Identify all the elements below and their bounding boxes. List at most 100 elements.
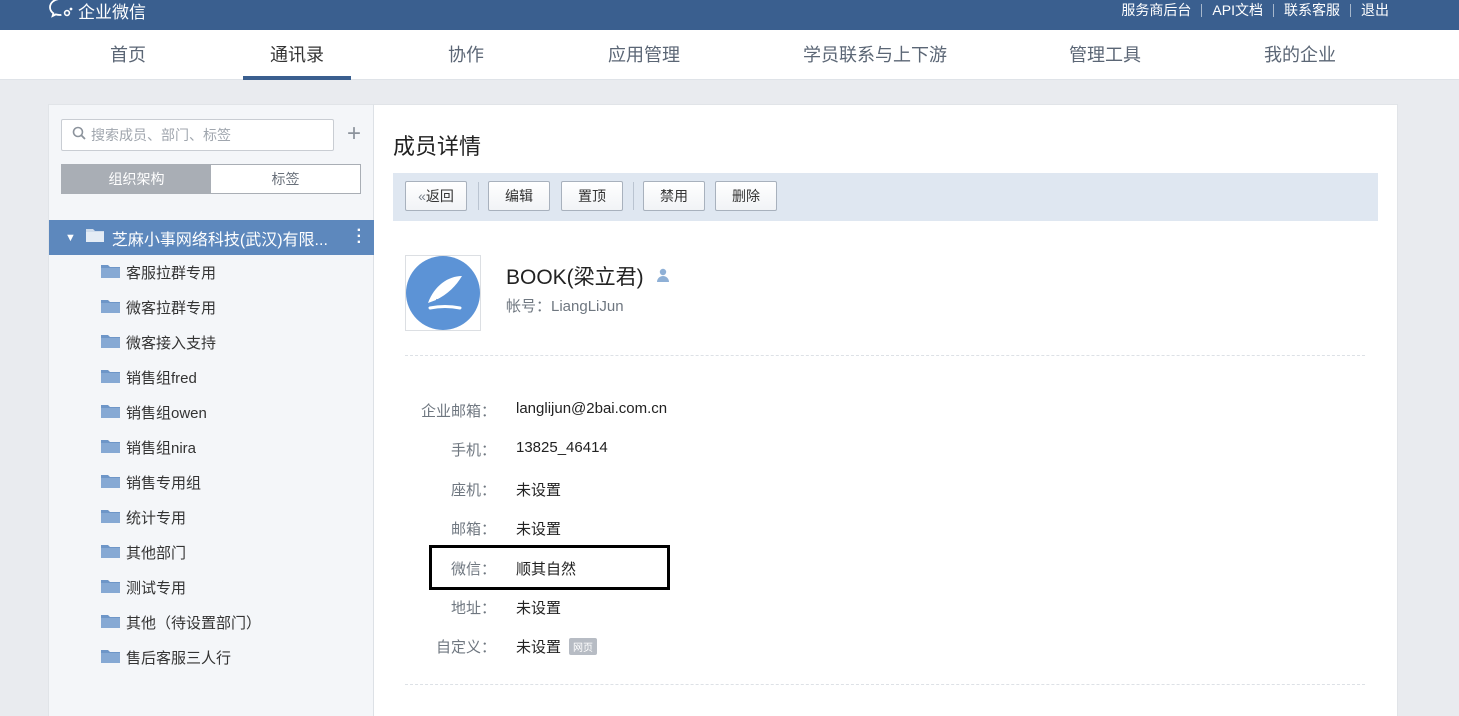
- department-item[interactable]: 微客接入支持: [49, 325, 374, 360]
- top-bar: 企业微信 服务商后台 API文档 联系客服 退出: [0, 0, 1459, 30]
- department-item[interactable]: 其他部门: [49, 535, 374, 570]
- department-item[interactable]: 销售专用组: [49, 465, 374, 500]
- folder-icon: [101, 264, 120, 282]
- folder-icon: [101, 404, 120, 422]
- wecom-logo-icon: [48, 0, 78, 24]
- segment-org-structure[interactable]: 组织架构: [62, 165, 211, 193]
- field-value: 未设置: [516, 482, 562, 499]
- department-item[interactable]: 测试专用: [49, 570, 374, 605]
- department-item[interactable]: 销售组owen: [49, 395, 374, 430]
- folder-icon: [101, 474, 120, 492]
- logo[interactable]: 企业微信: [48, 0, 146, 22]
- web-badge: 网页: [569, 638, 598, 655]
- folder-icon: [101, 614, 120, 632]
- tab-app-management[interactable]: 应用管理: [594, 30, 694, 80]
- department-label: 售后客服三人行: [126, 650, 232, 667]
- field-label: 企业邮箱：: [420, 403, 496, 420]
- department-item[interactable]: 售后客服三人行: [49, 640, 374, 675]
- main-nav: 首页 通讯录 协作 应用管理 学员联系与上下游 管理工具 我的企业: [0, 30, 1459, 80]
- field-label: 座机：: [450, 482, 496, 499]
- section-divider: [405, 355, 1365, 356]
- wechat-highlight-box: [429, 545, 670, 590]
- department-label: 销售组owen: [126, 405, 207, 422]
- field-value-wrap: langlijun@2bai.com.cn: [516, 400, 667, 417]
- department-label: 销售组nira: [126, 440, 197, 457]
- department-label: 销售组fred: [126, 370, 197, 387]
- pin-button[interactable]: 置顶: [561, 181, 623, 211]
- field-value: 未设置: [516, 521, 562, 538]
- field-value-wrap: 未设置: [516, 597, 561, 618]
- detail-field: 地址： 未设置: [374, 597, 974, 619]
- back-button[interactable]: «返回: [405, 181, 467, 211]
- detail-field: 座机： 未设置: [374, 479, 974, 501]
- add-icon[interactable]: +: [343, 121, 365, 147]
- department-item[interactable]: 销售组nira: [49, 430, 374, 465]
- back-label: 返回: [425, 188, 454, 204]
- tab-my-enterprise[interactable]: 我的企业: [1250, 30, 1350, 80]
- double-chevron-left-icon: «: [418, 188, 426, 204]
- member-detail-panel: 成员详情 «返回 编辑 置顶 禁用 删除 BOOK(梁立君) 帐号：LiangL…: [374, 104, 1398, 716]
- department-item[interactable]: 其他（待设置部门）: [49, 605, 374, 640]
- top-links: 服务商后台 API文档 联系客服 退出: [1111, 0, 1399, 20]
- user-icon: [656, 264, 670, 288]
- caret-down-icon[interactable]: ▼: [65, 232, 76, 244]
- department-label: 测试专用: [126, 580, 187, 597]
- delete-button[interactable]: 删除: [715, 181, 777, 211]
- toolbar-divider: [633, 182, 634, 210]
- folder-icon: [101, 544, 120, 562]
- tab-student-contacts[interactable]: 学员联系与上下游: [790, 30, 960, 80]
- search-box[interactable]: [61, 119, 334, 151]
- folder-icon: [101, 579, 120, 597]
- department-label: 微客拉群专用: [126, 300, 217, 317]
- department-label: 微客接入支持: [126, 335, 217, 352]
- logo-text: 企业微信: [78, 2, 146, 22]
- field-label: 手机：: [450, 442, 496, 459]
- search-icon: [72, 126, 86, 145]
- department-label: 其他部门: [126, 545, 187, 562]
- sidebar: + 组织架构 标签 ▼ 芝麻小事网络科技(武汉)有限... ··· 客服拉群专用…: [48, 104, 374, 716]
- search-input[interactable]: [91, 127, 321, 143]
- field-value-wrap: 未设置: [516, 518, 561, 539]
- view-switcher: 组织架构 标签: [61, 164, 361, 194]
- api-docs-link[interactable]: API文档: [1202, 0, 1273, 20]
- member-account: 帐号：LiangLiJun: [506, 298, 624, 315]
- disable-button[interactable]: 禁用: [643, 181, 705, 211]
- department-item[interactable]: 统计专用: [49, 500, 374, 535]
- segment-tags[interactable]: 标签: [211, 165, 360, 193]
- tree-root-label: 芝麻小事网络科技(武汉)有限...: [111, 231, 328, 249]
- department-item[interactable]: 客服拉群专用: [49, 255, 374, 290]
- service-provider-link[interactable]: 服务商后台: [1111, 0, 1201, 20]
- detail-field: 邮箱： 未设置: [374, 518, 974, 540]
- department-label: 其他（待设置部门）: [126, 615, 262, 632]
- contact-support-link[interactable]: 联系客服: [1274, 0, 1350, 20]
- edit-button[interactable]: 编辑: [488, 181, 550, 211]
- department-item[interactable]: 销售组fred: [49, 360, 374, 395]
- folder-icon: [85, 228, 104, 247]
- field-value-wrap: 13825_46414: [516, 439, 608, 456]
- tab-collaboration[interactable]: 协作: [426, 30, 506, 80]
- department-item[interactable]: 微客拉群专用: [49, 290, 374, 325]
- page-title: 成员详情: [393, 134, 482, 159]
- tab-management-tools[interactable]: 管理工具: [1055, 30, 1155, 80]
- department-label: 销售专用组: [126, 475, 202, 492]
- tab-home[interactable]: 首页: [78, 30, 178, 80]
- detail-field: 手机： 13825_46414: [374, 439, 974, 461]
- tree-root-company[interactable]: ▼ 芝麻小事网络科技(武汉)有限... · · ·: [49, 220, 374, 255]
- department-label: 统计专用: [126, 510, 187, 527]
- folder-icon: [101, 369, 120, 387]
- toolbar-divider: [478, 182, 479, 210]
- field-value-wrap: 未设置: [516, 479, 561, 500]
- tab-contacts[interactable]: 通讯录: [243, 30, 351, 80]
- avatar[interactable]: [405, 255, 481, 331]
- field-value-wrap: 未设置 网页: [516, 636, 598, 657]
- folder-icon: [101, 439, 120, 457]
- field-label: 邮箱：: [450, 521, 496, 538]
- detail-field: 自定义： 未设置 网页: [374, 636, 974, 658]
- field-value: 13825_46414: [516, 439, 608, 456]
- folder-icon: [101, 334, 120, 352]
- field-label: 自定义：: [435, 639, 496, 656]
- section-divider: [405, 684, 1365, 685]
- more-options-icon[interactable]: · · ·: [357, 223, 362, 251]
- logout-link[interactable]: 退出: [1351, 0, 1399, 20]
- member-name-text: BOOK(梁立君): [506, 266, 644, 289]
